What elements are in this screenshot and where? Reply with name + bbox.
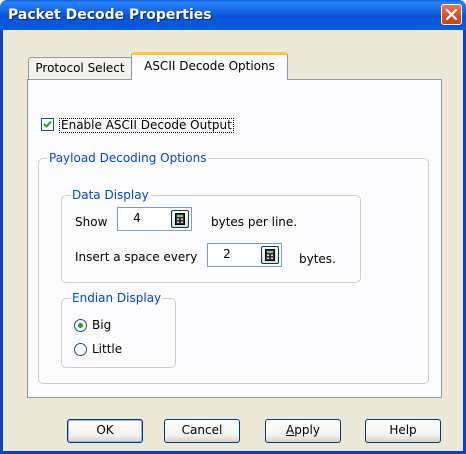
space-interval-value: 2 — [223, 247, 231, 261]
space-interval-picker-button[interactable] — [261, 246, 279, 264]
endian-little-label[interactable]: Little — [92, 342, 122, 356]
title-bar[interactable]: Packet Decode Properties — [0, 0, 466, 30]
endian-little-radio[interactable] — [74, 343, 87, 356]
endian-big-radio[interactable] — [74, 319, 87, 332]
insert-space-label: Insert a space every — [75, 250, 198, 264]
space-interval-input[interactable]: 2 — [207, 243, 282, 267]
checkmark-icon — [43, 120, 52, 128]
bytes-label: bytes. — [299, 252, 336, 266]
data-display-title: Data Display — [70, 188, 151, 202]
tab-label: ASCII Decode Options — [144, 59, 275, 73]
ok-label: OK — [96, 423, 114, 437]
apply-button[interactable]: Apply — [265, 419, 341, 443]
radio-dot-icon — [78, 323, 83, 328]
bytes-per-line-picker-button[interactable] — [171, 210, 189, 228]
calculator-icon — [265, 249, 275, 261]
endian-display-title: Endian Display — [70, 291, 164, 305]
data-display-group: Data Display — [61, 188, 361, 283]
close-icon — [446, 9, 457, 20]
tab-ascii-decode-options[interactable]: ASCII Decode Options — [131, 52, 288, 80]
bytes-per-line-input[interactable]: 4 — [117, 207, 192, 231]
bytes-per-line-value: 4 — [133, 211, 141, 225]
show-label: Show — [75, 215, 108, 229]
cancel-label: Cancel — [181, 423, 223, 437]
endian-display-group: Endian Display — [61, 291, 176, 368]
calculator-icon — [175, 213, 185, 225]
window-title: Packet Decode Properties — [8, 7, 212, 23]
apply-label: pply — [294, 423, 320, 437]
cancel-button[interactable]: Cancel — [164, 419, 240, 443]
ok-button[interactable]: OK — [67, 419, 143, 443]
bytes-per-line-label: bytes per line. — [211, 215, 298, 229]
enable-ascii-label[interactable]: Enable ASCII Decode Output — [59, 118, 234, 133]
tab-protocol-select[interactable]: Protocol Select — [28, 57, 132, 79]
close-button[interactable] — [441, 4, 462, 25]
enable-ascii-checkbox[interactable] — [41, 118, 54, 131]
payload-decoding-title: Payload Decoding Options — [47, 151, 209, 165]
help-button[interactable]: Help — [365, 419, 441, 443]
tab-label: Protocol Select — [35, 61, 125, 75]
endian-big-label[interactable]: Big — [92, 318, 111, 332]
help-label: Help — [389, 423, 417, 437]
